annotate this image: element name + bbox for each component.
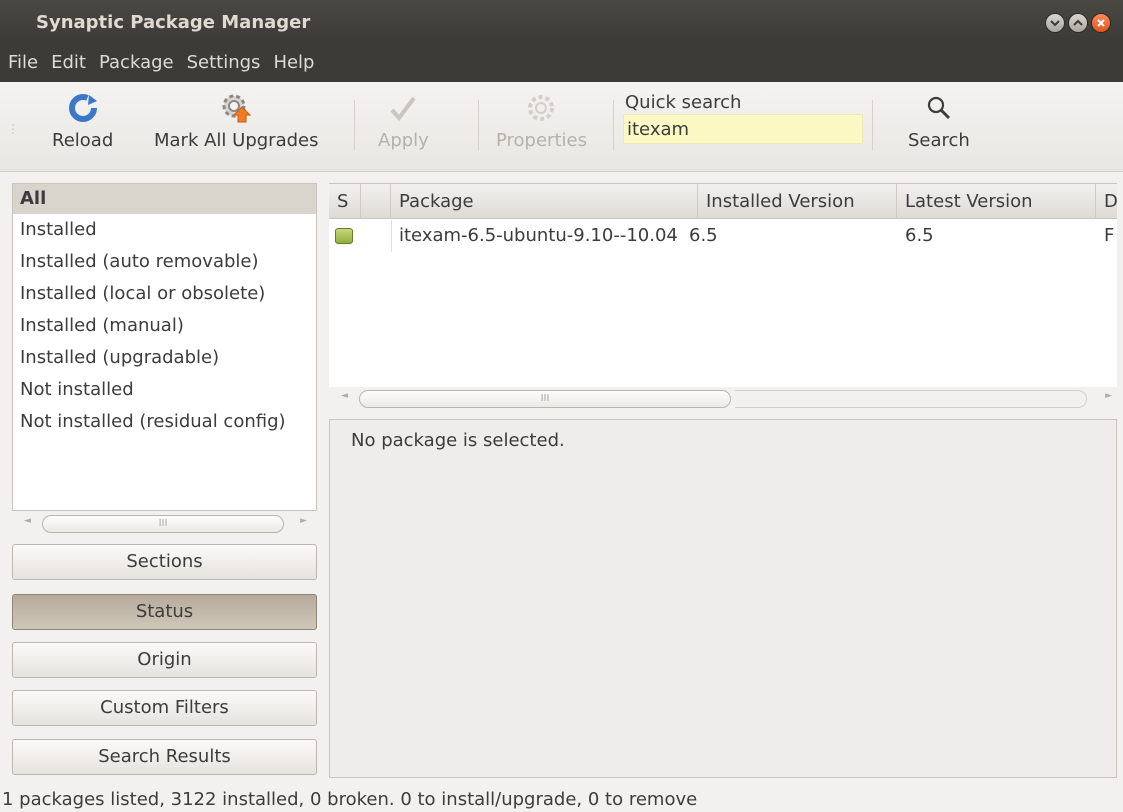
toolbar-separator xyxy=(354,100,355,150)
package-table-hscroll[interactable]: ◄ III ► xyxy=(339,388,1114,408)
menu-settings[interactable]: Settings xyxy=(181,52,268,73)
column-header-installed-version[interactable]: Installed Version xyxy=(698,184,897,219)
latest-version-cell: 6.5 xyxy=(905,225,934,246)
search-label: Search xyxy=(908,130,970,151)
scroll-left-icon[interactable]: ◄ xyxy=(341,391,348,401)
filter-list: All Installed Installed (auto removable)… xyxy=(12,183,317,511)
quick-search-label: Quick search xyxy=(625,92,742,113)
search-button[interactable]: Search xyxy=(908,90,970,168)
package-table: S Package Installed Version Latest Versi… xyxy=(329,183,1117,387)
filter-item-installed-auto-removable[interactable]: Installed (auto removable) xyxy=(13,246,316,278)
filter-item-installed-local-or-obsolete[interactable]: Installed (local or obsolete) xyxy=(13,278,316,310)
scrollbar-thumb[interactable]: III xyxy=(359,390,731,408)
package-name-cell: itexam-6.5-ubuntu-9.10--10.04 xyxy=(399,225,678,246)
menu-edit[interactable]: Edit xyxy=(45,52,93,73)
search-results-button[interactable]: Search Results xyxy=(12,739,317,775)
filter-item-installed-manual[interactable]: Installed (manual) xyxy=(13,310,316,342)
apply-label: Apply xyxy=(378,130,429,151)
origin-button[interactable]: Origin xyxy=(12,642,317,678)
reload-button[interactable]: Reload xyxy=(52,90,113,168)
filter-item-all[interactable]: All xyxy=(13,184,316,214)
mark-all-upgrades-button[interactable]: Mark All Upgrades xyxy=(154,90,318,168)
menu-bar: File Edit Package Settings Help xyxy=(0,42,1123,82)
no-selection-message: No package is selected. xyxy=(351,430,565,451)
toolbar-separator xyxy=(872,100,873,150)
toolbar-separator xyxy=(478,100,479,150)
menu-help[interactable]: Help xyxy=(267,52,321,73)
filter-list-hscroll[interactable]: ◄ III ► xyxy=(22,513,307,533)
mark-all-upgrades-label: Mark All Upgrades xyxy=(154,130,319,151)
reload-icon xyxy=(65,90,101,126)
custom-filters-button[interactable]: Custom Filters xyxy=(12,690,317,726)
title-bar: Synaptic Package Manager xyxy=(0,0,1123,42)
properties-label: Properties xyxy=(496,130,587,151)
status-button[interactable]: Status xyxy=(12,594,317,630)
description-cell: F xyxy=(1104,225,1115,246)
close-icon[interactable] xyxy=(1091,13,1111,33)
scroll-right-icon[interactable]: ► xyxy=(1105,391,1112,401)
quick-search-input[interactable] xyxy=(623,114,863,144)
column-header-spacer xyxy=(361,184,391,219)
gear-upgrade-icon xyxy=(218,90,254,126)
window-title: Synaptic Package Manager xyxy=(36,12,311,33)
package-table-header: S Package Installed Version Latest Versi… xyxy=(329,184,1117,219)
properties-button[interactable]: Properties xyxy=(496,90,587,168)
table-row[interactable]: itexam-6.5-ubuntu-9.10--10.04 6.5 6.5 F xyxy=(329,220,1117,252)
row-divider xyxy=(391,220,392,252)
scrollbar-thumb[interactable]: III xyxy=(42,515,284,533)
checkmark-icon xyxy=(385,90,421,126)
menu-file[interactable]: File xyxy=(2,52,45,73)
reload-label: Reload xyxy=(52,130,114,151)
filter-item-installed-upgradable[interactable]: Installed (upgradable) xyxy=(13,342,316,374)
installed-version-cell: 6.5 xyxy=(689,225,718,246)
column-header-latest-version[interactable]: Latest Version xyxy=(897,184,1096,219)
scroll-left-icon[interactable]: ◄ xyxy=(24,516,31,526)
search-icon xyxy=(921,90,957,126)
maximize-icon[interactable] xyxy=(1068,13,1088,33)
gear-icon xyxy=(523,90,559,126)
status-bar: 1 packages listed, 3122 installed, 0 bro… xyxy=(2,789,698,810)
toolbar-separator xyxy=(613,100,614,150)
toolbar: Reload Mark All Upgrades Apply Propertie… xyxy=(0,82,1123,172)
sections-button[interactable]: Sections xyxy=(12,544,317,580)
column-header-package[interactable]: Package xyxy=(391,184,698,219)
filter-item-installed[interactable]: Installed xyxy=(13,214,316,246)
scrollbar-track[interactable] xyxy=(735,390,1087,408)
package-details-pane: No package is selected. xyxy=(329,419,1117,778)
column-header-status[interactable]: S xyxy=(329,184,361,219)
filter-item-not-installed[interactable]: Not installed xyxy=(13,374,316,406)
scroll-right-icon[interactable]: ► xyxy=(300,516,307,526)
installed-status-icon[interactable] xyxy=(335,228,353,244)
window-controls xyxy=(1045,13,1111,33)
minimize-icon[interactable] xyxy=(1045,13,1065,33)
apply-button[interactable]: Apply xyxy=(378,90,429,168)
column-header-description[interactable]: D xyxy=(1096,184,1117,219)
toolbar-grip: ⋮ xyxy=(7,122,19,136)
menu-package[interactable]: Package xyxy=(93,52,181,73)
filter-item-not-installed-residual-config[interactable]: Not installed (residual config) xyxy=(13,406,316,438)
